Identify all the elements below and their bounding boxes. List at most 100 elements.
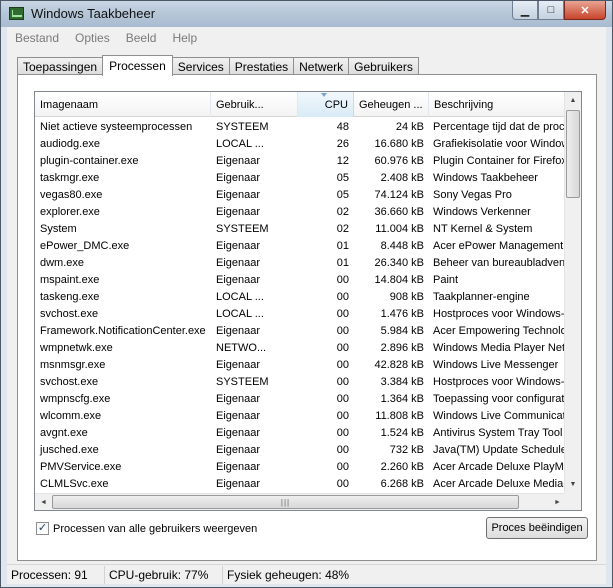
cell-memory: 14.804 kB <box>374 274 424 286</box>
cell-user: Eigenaar <box>216 172 261 184</box>
cell-description: Hostproces voor Windows-services <box>433 308 569 320</box>
table-row[interactable]: taskmgr.exe Eigenaar 05 2.408 kB Windows Taa… <box>35 170 569 187</box>
scroll-up-icon[interactable]: ▲ <box>565 92 581 109</box>
cell-memory: 1.476 kB <box>380 308 424 320</box>
table-row[interactable]: PMVService.exe Eigenaar 00 2.260 kB Acer Arc… <box>35 459 569 476</box>
cell-user: Eigenaar <box>216 189 261 201</box>
task-manager-icon <box>9 7 24 20</box>
maximize-button[interactable]: □ <box>538 1 564 20</box>
close-button[interactable]: ✕ <box>564 1 606 20</box>
process-rows: Niet actieve systeemprocessen SYSTEEM 48 24… <box>35 119 569 493</box>
table-row[interactable]: Niet actieve systeemprocessen SYSTEEM 48 24… <box>35 119 569 136</box>
table-row[interactable]: taskeng.exe LOCAL ... 00 908 kB Taakplanner-… <box>35 289 569 306</box>
cell-memory: 11.808 kB <box>375 410 424 422</box>
menu-help[interactable]: Help <box>164 31 205 45</box>
column-header-imagename[interactable]: Imagenaam <box>35 92 211 117</box>
scroll-left-icon[interactable]: ◄ <box>35 494 52 510</box>
cell-description: Windows Media Player Network Sharing <box>433 342 569 354</box>
show-all-users-checkbox[interactable]: ✓ <box>36 522 49 535</box>
table-row[interactable]: dwm.exe Eigenaar 01 26.340 kB Beheer van bur… <box>35 255 569 272</box>
cell-cpu: 00 <box>336 376 349 388</box>
status-physical-memory: Fysiek geheugen: 48% <box>227 567 350 582</box>
cell-memory: 24 kB <box>395 121 424 133</box>
cell-imagename: svchost.exe <box>40 308 99 320</box>
show-all-users-option[interactable]: ✓ Processen van alle gebruikers weergeve… <box>36 522 257 535</box>
vertical-scrollbar[interactable]: ▲ ▼ <box>564 92 581 493</box>
menu-opties[interactable]: Opties <box>67 31 118 45</box>
table-row[interactable]: jusched.exe Eigenaar 00 732 kB Java(TM) Upda… <box>35 442 569 459</box>
cell-user: Eigenaar <box>216 427 261 439</box>
cell-memory: 74.124 kB <box>374 189 424 201</box>
end-process-button[interactable]: Proces beëindigen <box>486 517 588 539</box>
cell-imagename: explorer.exe <box>40 206 100 218</box>
menu-beeld[interactable]: Beeld <box>118 31 165 45</box>
cell-description: NT Kernel & System <box>433 223 533 235</box>
column-header-cpu[interactable]: CPU <box>298 92 354 117</box>
column-headers: Imagenaam Gebruik... CPU Geheugen ... Be… <box>35 92 569 117</box>
process-list[interactable]: Imagenaam Gebruik... CPU Geheugen ... Be… <box>34 91 582 511</box>
table-row[interactable]: ePower_DMC.exe Eigenaar 01 8.448 kB Acer ePo… <box>35 238 569 255</box>
cell-description: Plugin Container for Firefox <box>433 155 567 167</box>
menu-bestand[interactable]: Bestand <box>7 31 67 45</box>
cell-memory: 1.364 kB <box>380 393 424 405</box>
column-header-description[interactable]: Beschrijving <box>429 92 569 117</box>
tab-strip: Toepassingen Processen Services Prestati… <box>17 55 419 76</box>
tab-processen[interactable]: Processen <box>102 55 173 76</box>
cell-description: Windows Live Messenger <box>433 359 559 371</box>
horizontal-scroll-thumb[interactable]: ||| <box>52 495 519 509</box>
cell-imagename: wmpnscfg.exe <box>40 393 111 405</box>
table-row[interactable]: wmpnetwk.exe NETWO... 00 2.896 kB Windows Me… <box>35 340 569 357</box>
table-row[interactable]: svchost.exe LOCAL ... 00 1.476 kB Hostproces… <box>35 306 569 323</box>
cell-user: Eigenaar <box>216 155 261 167</box>
cell-cpu: 00 <box>336 274 349 286</box>
cell-imagename: avgnt.exe <box>40 427 88 439</box>
cell-description: Sony Vegas Pro <box>433 189 512 201</box>
table-row[interactable]: vegas80.exe Eigenaar 05 74.124 kB Sony Vegas… <box>35 187 569 204</box>
cell-memory: 2.408 kB <box>380 172 424 184</box>
cell-memory: 36.660 kB <box>374 206 424 218</box>
table-row[interactable]: CLMLSvc.exe Eigenaar 00 6.268 kB Acer Arcade… <box>35 476 569 493</box>
table-row[interactable]: svchost.exe SYSTEEM 00 3.384 kB Hostproces v… <box>35 374 569 391</box>
vertical-scroll-thumb[interactable] <box>566 110 580 198</box>
cell-user: Eigenaar <box>216 206 261 218</box>
tab-netwerk[interactable]: Netwerk <box>293 57 350 75</box>
cell-description: Acer Empowering Technology Framework <box>433 325 569 337</box>
title-bar[interactable]: Windows Taakbeheer ▁ □ ✕ <box>1 1 612 27</box>
table-row[interactable]: mspaint.exe Eigenaar 00 14.804 kB Paint <box>35 272 569 289</box>
cell-description: Windows Verkenner <box>433 206 531 218</box>
tab-gebruikers[interactable]: Gebruikers <box>348 57 419 75</box>
scroll-down-icon[interactable]: ▼ <box>565 476 581 493</box>
status-bar: Processen: 91 CPU-gebruik: 77% Fysiek ge… <box>7 564 606 584</box>
cell-imagename: svchost.exe <box>40 376 99 388</box>
table-row[interactable]: avgnt.exe Eigenaar 00 1.524 kB Antivirus Sys… <box>35 425 569 442</box>
table-row[interactable]: wmpnscfg.exe Eigenaar 00 1.364 kB Toepassing… <box>35 391 569 408</box>
task-manager-window: Windows Taakbeheer ▁ □ ✕ Bestand Opties … <box>0 0 613 588</box>
table-row[interactable]: msnmsgr.exe Eigenaar 00 42.828 kB Windows Li… <box>35 357 569 374</box>
table-row[interactable]: wlcomm.exe Eigenaar 00 11.808 kB Windows Liv… <box>35 408 569 425</box>
table-row[interactable]: System SYSTEEM 02 11.004 kB NT Kernel & Syst… <box>35 221 569 238</box>
cell-user: Eigenaar <box>216 444 261 456</box>
tab-prestaties[interactable]: Prestaties <box>228 57 295 75</box>
column-header-user[interactable]: Gebruik... <box>211 92 298 117</box>
column-header-memory[interactable]: Geheugen ... <box>354 92 429 117</box>
tab-toepassingen[interactable]: Toepassingen <box>17 57 104 75</box>
cell-cpu: 01 <box>336 240 349 252</box>
cell-cpu: 00 <box>336 478 349 490</box>
cell-description: Acer Arcade Deluxe MediaLibrary <box>433 478 569 490</box>
cell-description: Paint <box>433 274 459 286</box>
cell-imagename: PMVService.exe <box>40 461 122 473</box>
cell-cpu: 00 <box>336 291 349 303</box>
cell-imagename: mspaint.exe <box>40 274 100 286</box>
cell-imagename: taskeng.exe <box>40 291 100 303</box>
tab-services[interactable]: Services <box>171 57 230 75</box>
cell-user: Eigenaar <box>216 410 261 422</box>
table-row[interactable]: Framework.NotificationCenter.exe Eigenaar… <box>35 323 569 340</box>
table-row[interactable]: audiodg.exe LOCAL ... 26 16.680 kB Grafiekis… <box>35 136 569 153</box>
cell-imagename: msnmsgr.exe <box>40 359 106 371</box>
cell-cpu: 05 <box>336 189 349 201</box>
table-row[interactable]: plugin-container.exe Eigenaar 12 60.976 kB P… <box>35 153 569 170</box>
horizontal-scrollbar[interactable]: ◄ ||| ► <box>35 493 566 510</box>
minimize-button[interactable]: ▁ <box>512 1 538 20</box>
cell-cpu: 00 <box>336 342 349 354</box>
table-row[interactable]: explorer.exe Eigenaar 02 36.660 kB Windows V… <box>35 204 569 221</box>
